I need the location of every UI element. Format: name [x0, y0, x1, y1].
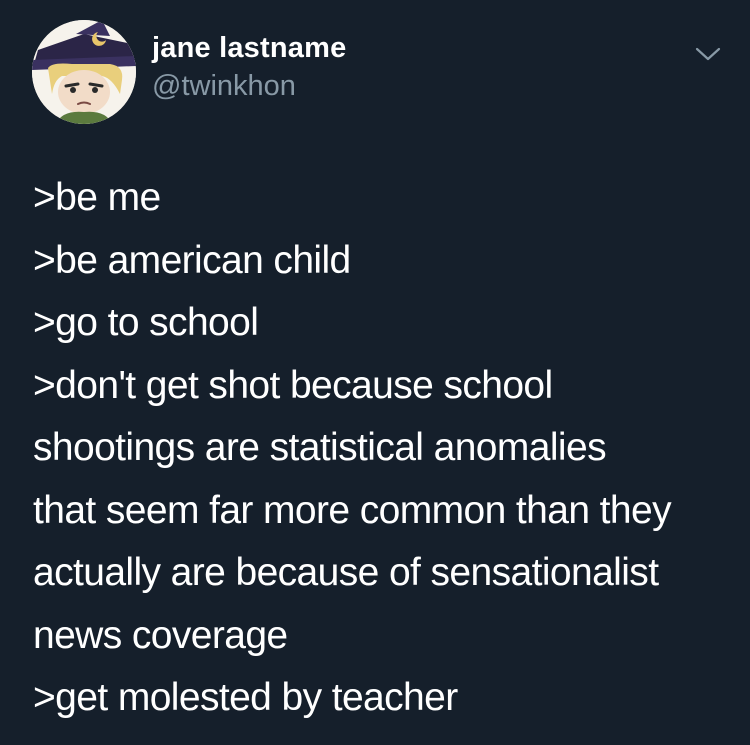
tweet-line: >get molested by teacher	[33, 676, 458, 719]
tweet-line: >be me	[33, 176, 161, 219]
tweet-card: jane lastname @twinkhon >be me >be ameri…	[0, 0, 750, 745]
chevron-down-icon	[695, 47, 721, 61]
display-name[interactable]: jane lastname	[152, 32, 346, 65]
tweet-line: >go to school	[33, 301, 259, 344]
avatar[interactable]	[32, 20, 136, 124]
more-options-button[interactable]	[692, 40, 724, 66]
tweet-line: actually are because of sensationalist	[33, 551, 659, 594]
tweet-text: >be me >be american child >go to school …	[33, 167, 733, 730]
tweet-line: >be american child	[33, 238, 351, 282]
tweet-line: news coverage	[33, 613, 288, 657]
tweet-line: shootings are statistical anomalies	[33, 426, 607, 469]
tweet-line: that seem far more common than they	[33, 488, 672, 532]
user-handle[interactable]: @twinkhon	[152, 70, 296, 103]
tweet-line: >don't get shot because school	[33, 363, 553, 407]
avatar-icon	[32, 20, 136, 124]
